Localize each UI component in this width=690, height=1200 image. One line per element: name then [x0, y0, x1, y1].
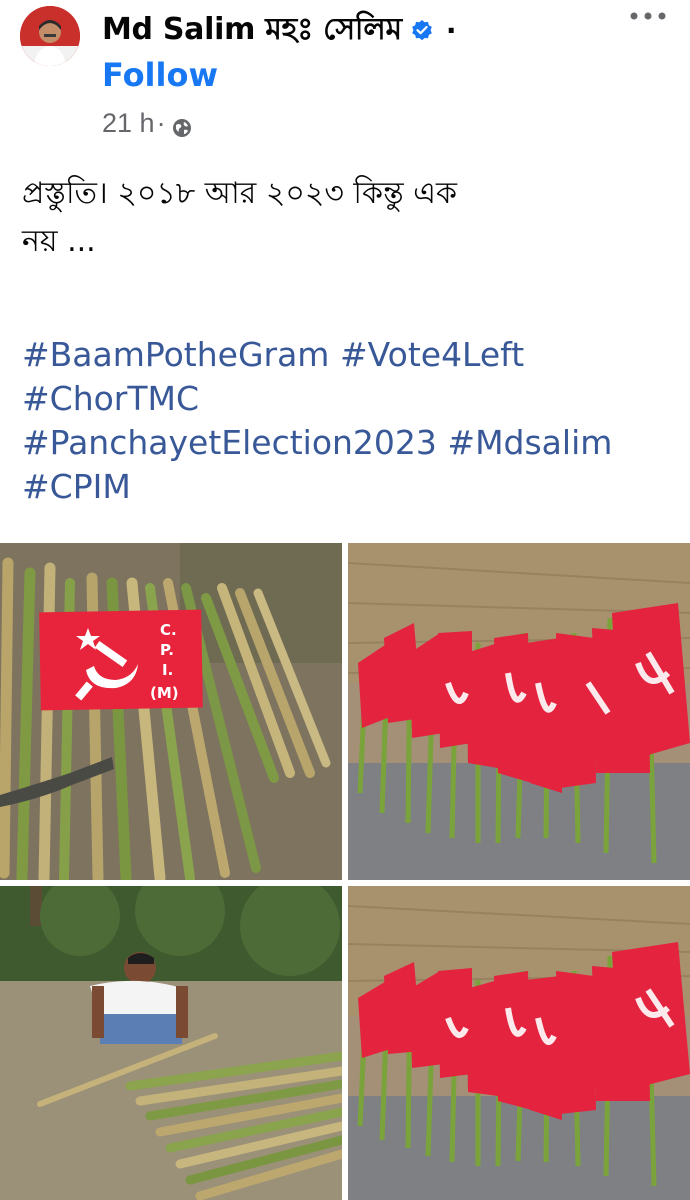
post-photo-flags-row-2[interactable] [348, 886, 690, 1200]
post-text: প্রস্তুতি। ২০১৮ আর ২০২৩ কিন্তু এক নয় ..… [22, 170, 662, 266]
more-options-icon[interactable] [628, 8, 668, 22]
author-name[interactable]: Md Salim মহঃ সেলিম [102, 5, 402, 56]
post-photo-flag-on-bamboo[interactable]: C. P. I. (M) [0, 543, 342, 880]
flag-text-line: P. [160, 641, 174, 659]
verified-badge-icon [410, 18, 434, 42]
post-text-line: প্রস্তুতি। ২০১৮ আর ২০২৩ কিন্তু এক [22, 176, 457, 211]
hashtag-link[interactable]: #BaamPotheGram [22, 335, 329, 374]
flag-text-line: C. [160, 621, 177, 639]
author-row: Md Salim মহঃ সেলিম · [102, 6, 456, 54]
flag-text-line: (M) [150, 684, 179, 702]
post-photo-flags-row[interactable] [348, 543, 690, 880]
flag-text-line: I. [162, 661, 173, 679]
hashtag-link[interactable]: #Mdsalim [447, 423, 612, 462]
avatar[interactable] [20, 6, 80, 66]
post-photo-man-with-bamboo[interactable] [0, 886, 342, 1200]
meta-separator: · [156, 108, 166, 138]
hashtag-link[interactable]: #CPIM [22, 467, 131, 506]
separator-dot: · [445, 13, 457, 47]
post-header: Md Salim মহঃ সেলিম · Follow 21 h · [0, 0, 690, 160]
post-meta: 21 h · [102, 108, 192, 139]
hashtag-link[interactable]: #ChorTMC [22, 379, 199, 418]
globe-icon [172, 114, 192, 137]
hashtag-link[interactable]: #PanchayetElection2023 [22, 423, 437, 462]
hashtag-block: #BaamPotheGram #Vote4Left #ChorTMC #Panc… [22, 333, 672, 509]
post-text-line: নয় ... [22, 224, 96, 259]
post-time[interactable]: 21 h [102, 108, 155, 139]
hashtag-link[interactable]: #Vote4Left [340, 335, 524, 374]
follow-button[interactable]: Follow [102, 56, 218, 94]
